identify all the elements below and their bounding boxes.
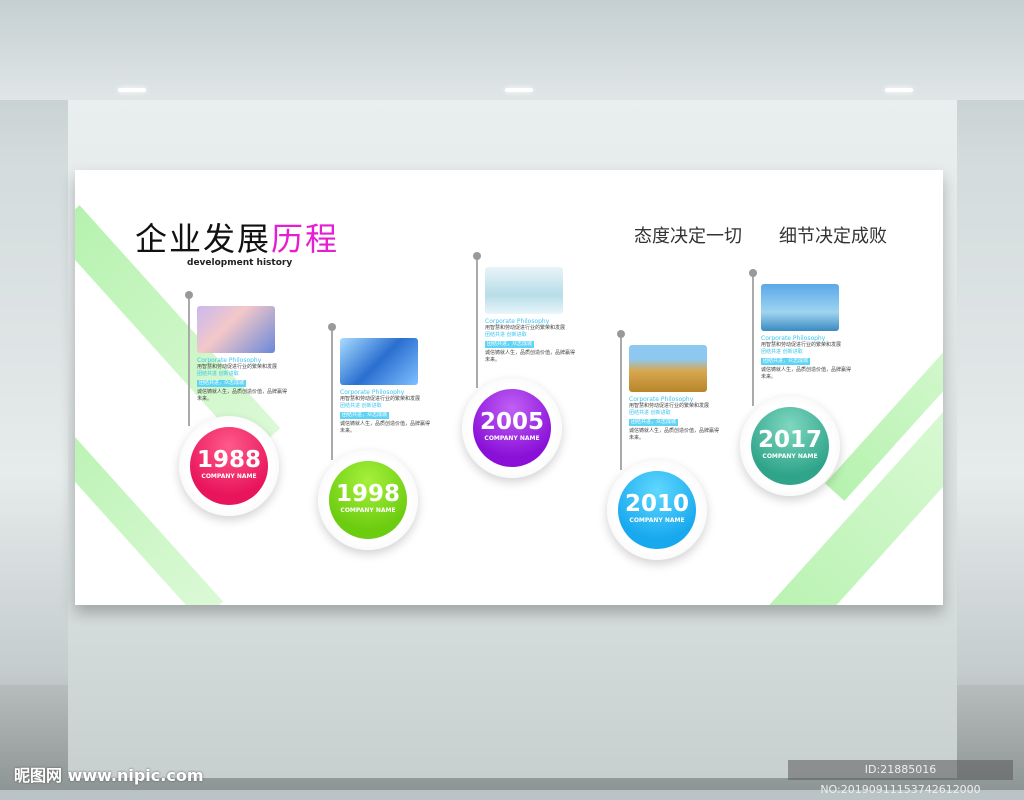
timeline-pin [749, 269, 757, 406]
year-disc: 2017 COMPANY NAME [751, 407, 829, 485]
year-badge-2017: 2017 COMPANY NAME [740, 396, 840, 496]
timeline-pin [617, 330, 625, 470]
title-highlight: 历程 [271, 220, 340, 258]
year-badge-1988: 1988 COMPANY NAME [179, 416, 279, 516]
milestone-tag: 团结共进，众志成城 [629, 419, 679, 426]
year-disc: 1988 COMPANY NAME [190, 427, 268, 505]
milestone-info: Corporate Philosophy 用智慧和劳动促进行业的繁荣和发展 团结… [485, 318, 575, 364]
milestone-text: 用智慧和劳动促进行业的繁荣和发展 [629, 403, 710, 409]
milestone-text: 团结共进 创新进取 [761, 349, 803, 355]
milestone-image [340, 338, 418, 385]
milestone-text: 用智慧和劳动促进行业的繁荣和发展 [340, 396, 421, 402]
year-badge-1998: 1998 COMPANY NAME [318, 450, 418, 550]
company-name: COMPANY NAME [762, 453, 818, 460]
timeline-pin [328, 323, 336, 460]
year-label: 2010 [624, 491, 689, 517]
milestone-text: 团结共进 创新进取 [629, 410, 671, 416]
watermark: 昵图网 www.nipic.com [14, 766, 204, 785]
ceiling-light [118, 88, 146, 92]
milestone-image [197, 306, 275, 353]
milestone-text: 诚信铸就人生，品质创造价值，品牌赢得未来。 [340, 421, 431, 434]
milestone-info: Corporate Philosophy 用智慧和劳动促进行业的繁荣和发展 团结… [629, 396, 719, 442]
milestone-info: Corporate Philosophy 用智慧和劳动促进行业的繁荣和发展 团结… [761, 335, 851, 381]
milestone-text: 诚信铸就人生，品质创造价值，品牌赢得未来。 [629, 428, 720, 441]
milestone-text: 用智慧和劳动促进行业的繁荣和发展 [485, 325, 566, 331]
ceiling-light [505, 88, 533, 92]
company-name: COMPANY NAME [629, 517, 685, 524]
milestone-heading: Corporate Philosophy [629, 396, 694, 403]
milestone-tag: 团结共进，众志成城 [761, 358, 811, 365]
milestone-image [761, 284, 839, 331]
year-label: 2005 [479, 409, 544, 435]
milestone-text: 用智慧和劳动促进行业的繁荣和发展 [761, 342, 842, 348]
timeline-pin [473, 252, 481, 388]
year-disc: 1998 COMPANY NAME [329, 461, 407, 539]
milestone-image [629, 345, 707, 392]
milestone-tag: 团结共进，众志成城 [340, 412, 390, 419]
milestone-text: 团结共进 创新进取 [485, 332, 527, 338]
milestone-tag: 团结共进，众志成城 [485, 341, 535, 348]
milestone-heading: Corporate Philosophy [485, 318, 550, 325]
title-main: 企业发展 [135, 220, 272, 258]
milestone-tag: 团结共进，众志成城 [197, 380, 247, 387]
slogan: 态度决定一切 [634, 226, 742, 247]
year-badge-2010: 2010 COMPANY NAME [607, 460, 707, 560]
milestone-info: Corporate Philosophy 用智慧和劳动促进行业的繁荣和发展 团结… [197, 357, 287, 403]
company-name: COMPANY NAME [484, 435, 540, 442]
milestone-text: 团结共进 创新进取 [340, 403, 382, 409]
ceiling-light [885, 88, 913, 92]
milestone-heading: Corporate Philosophy [340, 389, 405, 396]
timeline-pin [185, 291, 193, 426]
ceiling [0, 0, 1024, 100]
milestone-heading: Corporate Philosophy [197, 357, 262, 364]
milestone-text: 诚信铸就人生，品质创造价值，品牌赢得未来。 [761, 367, 852, 380]
milestone-text: 团结共进 创新进取 [197, 371, 239, 377]
year-disc: 2010 COMPANY NAME [618, 471, 696, 549]
milestone-text: 诚信铸就人生，品质创造价值，品牌赢得未来。 [485, 350, 576, 363]
milestone-text: 用智慧和劳动促进行业的繁荣和发展 [197, 364, 278, 370]
page-subtitle: development history [187, 258, 293, 268]
company-name: COMPANY NAME [340, 507, 396, 514]
company-name: COMPANY NAME [201, 473, 257, 480]
year-label: 1988 [196, 447, 261, 473]
timeline-board: 企业发展历程 development history 态度决定一切 细节决定成败… [75, 170, 943, 605]
year-badge-2005: 2005 COMPANY NAME [462, 378, 562, 478]
year-disc: 2005 COMPANY NAME [473, 389, 551, 467]
milestone-image [485, 267, 563, 314]
milestone-heading: Corporate Philosophy [761, 335, 826, 342]
image-id-label: ID:21885016 NO:20190911153742612000 [788, 760, 1013, 796]
page-title: 企业发展历程 [135, 214, 339, 260]
milestone-text: 诚信铸就人生，品质创造价值，品牌赢得未来。 [197, 389, 288, 402]
year-label: 1998 [335, 481, 400, 507]
milestone-info: Corporate Philosophy 用智慧和劳动促进行业的繁荣和发展 团结… [340, 389, 430, 435]
year-label: 2017 [757, 427, 822, 453]
slogan: 细节决定成败 [779, 226, 887, 247]
